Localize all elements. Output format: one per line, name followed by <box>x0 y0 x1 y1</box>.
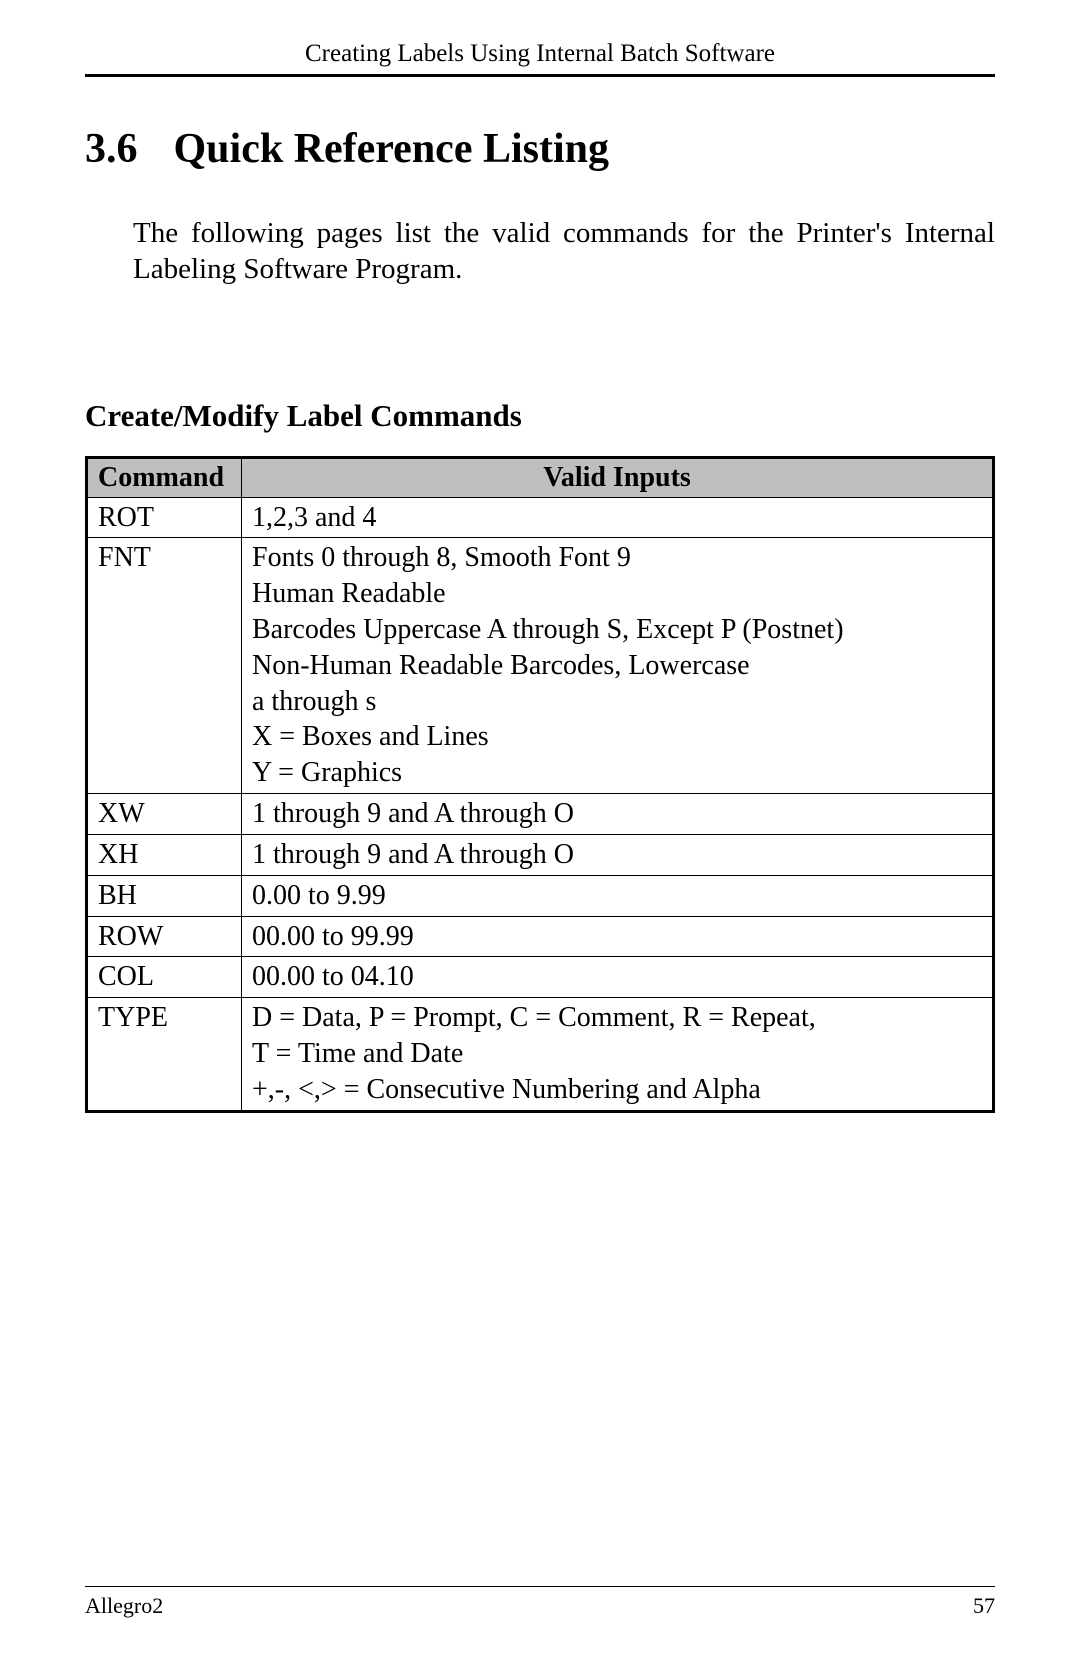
cell-inputs: 1,2,3 and 4 <box>242 497 994 538</box>
header-rule <box>85 74 995 77</box>
table-row: ROT 1,2,3 and 4 <box>87 497 994 538</box>
cell-command: COL <box>87 957 242 998</box>
table-row: TYPE D = Data, P = Prompt, C = Comment, … <box>87 998 994 1111</box>
table-row: ROW 00.00 to 99.99 <box>87 916 994 957</box>
page: Creating Labels Using Internal Batch Sof… <box>0 0 1080 1669</box>
cell-inputs: 1 through 9 and A through O <box>242 794 994 835</box>
section-title: Quick Reference Listing <box>174 125 610 173</box>
table-row: BH 0.00 to 9.99 <box>87 875 994 916</box>
table-row: XH 1 through 9 and A through O <box>87 834 994 875</box>
table-caption: Create/Modify Label Commands <box>85 398 995 434</box>
table-row: COL 00.00 to 04.10 <box>87 957 994 998</box>
running-header: Creating Labels Using Internal Batch Sof… <box>85 40 995 74</box>
section-heading: 3.6 Quick Reference Listing <box>85 125 995 173</box>
commands-table: Command Valid Inputs ROT 1,2,3 and 4 FNT… <box>85 456 995 1113</box>
col-header-command: Command <box>87 457 242 497</box>
section-number: 3.6 <box>85 125 138 173</box>
page-footer: Allegro2 57 <box>85 1586 995 1619</box>
section-intro: The following pages list the valid comma… <box>133 215 995 288</box>
cell-command: ROT <box>87 497 242 538</box>
cell-command: XW <box>87 794 242 835</box>
col-header-valid-inputs: Valid Inputs <box>242 457 994 497</box>
cell-inputs: 1 through 9 and A through O <box>242 834 994 875</box>
cell-command: BH <box>87 875 242 916</box>
table-row: FNT Fonts 0 through 8, Smooth Font 9 Hum… <box>87 538 994 794</box>
cell-inputs: D = Data, P = Prompt, C = Comment, R = R… <box>242 998 994 1111</box>
footer-left: Allegro2 <box>85 1593 163 1619</box>
table-header-row: Command Valid Inputs <box>87 457 994 497</box>
cell-inputs: Fonts 0 through 8, Smooth Font 9 Human R… <box>242 538 994 794</box>
cell-command: ROW <box>87 916 242 957</box>
cell-inputs: 0.00 to 9.99 <box>242 875 994 916</box>
cell-command: XH <box>87 834 242 875</box>
cell-command: FNT <box>87 538 242 794</box>
cell-inputs: 00.00 to 99.99 <box>242 916 994 957</box>
table-row: XW 1 through 9 and A through O <box>87 794 994 835</box>
cell-inputs: 00.00 to 04.10 <box>242 957 994 998</box>
cell-command: TYPE <box>87 998 242 1111</box>
footer-page-number: 57 <box>973 1593 995 1619</box>
